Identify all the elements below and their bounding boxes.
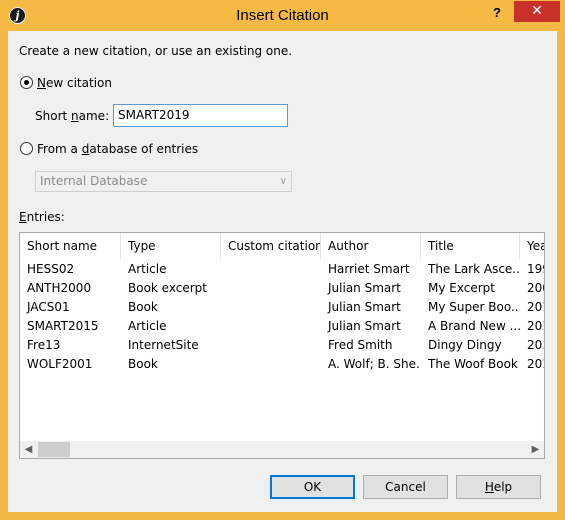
cell-title: A Brand New ... [428,319,520,333]
entries-list[interactable]: Short name Type Custom citation Author T… [19,232,545,459]
cell-author: Julian Smart [328,281,401,295]
help-button[interactable]: Help [456,475,541,499]
entries-label: Entries: [19,210,65,224]
column-header-type[interactable]: Type [121,233,221,259]
cell-type: Book [128,357,158,371]
cell-author: Julian Smart [328,319,401,333]
cell-title: My Excerpt [428,281,495,295]
entries-header: Short name Type Custom citation Author T… [20,233,544,259]
cell-title: My Super Boo... [428,300,520,314]
cell-short-name: ANTH2000 [27,281,92,295]
cancel-button[interactable]: Cancel [363,475,448,499]
cell-custom-citation [221,317,321,336]
close-button[interactable]: ✕ [514,1,560,22]
cell-year: 201 [527,338,544,352]
table-row[interactable]: JACS01 Book Julian Smart My Super Boo... 201 [20,298,544,317]
cell-year: 200 [527,281,544,295]
database-select-value: Internal Database [40,174,148,188]
ok-button[interactable]: OK [270,475,355,499]
cell-type: Book [128,300,158,314]
dialog-body: Create a new citation, or use an existin… [8,31,557,512]
scroll-left-icon[interactable]: ◀ [20,441,37,458]
cell-author: Fred Smith [328,338,393,352]
table-row[interactable]: HESS02 Article Harriet Smart The Lark Asce.… [20,260,544,279]
table-row[interactable]: WOLF2001 Book A. Wolf; B. She... The Woof B… [20,355,544,374]
scroll-right-icon[interactable]: ▶ [527,441,544,458]
short-name-input[interactable]: SMART2019 [113,104,288,127]
cell-short-name: JACS01 [27,300,70,314]
window-title: Insert Citation [236,7,329,24]
cell-custom-citation [221,260,321,279]
new-citation-radio[interactable] [20,76,33,89]
cell-title: The Lark Asce... [428,262,520,276]
cell-short-name: WOLF2001 [27,357,93,371]
horizontal-scrollbar[interactable]: ◀ ▶ [20,441,544,458]
cell-short-name: HESS02 [27,262,75,276]
column-header-short-name[interactable]: Short name [20,233,121,259]
title-bar[interactable]: j Insert Citation ? ✕ [0,0,565,31]
entries-rows: HESS02 Article Harriet Smart The Lark Asce.… [20,260,544,374]
cell-custom-citation [221,279,321,298]
column-header-author[interactable]: Author [321,233,421,259]
column-header-year[interactable]: Yea [520,233,544,259]
database-radio[interactable] [20,142,33,155]
cell-author: Harriet Smart [328,262,410,276]
cell-type: InternetSite [128,338,199,352]
cell-short-name: SMART2015 [27,319,99,333]
table-row[interactable]: ANTH2000 Book excerpt Julian Smart My Excer… [20,279,544,298]
intro-text: Create a new citation, or use an existin… [19,44,293,58]
table-row[interactable]: SMART2015 Article Julian Smart A Brand New … [20,317,544,336]
scroll-thumb[interactable] [38,442,70,457]
cell-custom-citation [221,355,321,374]
help-title-button[interactable]: ? [486,3,508,23]
cell-author: Julian Smart [328,300,401,314]
short-name-label: Short name: [35,109,110,123]
cell-title: Dingy Dingy [428,338,502,352]
chevron-down-icon: ∨ [279,176,287,187]
database-label[interactable]: From a database of entries [37,141,198,157]
close-icon: ✕ [531,3,543,19]
cell-short-name: Fre13 [27,338,61,352]
cell-year: 201 [527,357,544,371]
database-select[interactable]: Internal Database ∨ [35,171,292,192]
column-header-title[interactable]: Title [421,233,520,259]
cell-author: A. Wolf; B. She... [328,357,421,371]
cell-type: Book excerpt [128,281,207,295]
column-header-custom-citation[interactable]: Custom citation [221,233,321,259]
insert-citation-dialog: j Insert Citation ? ✕ Create a new citat… [0,0,565,520]
cell-year: 201 [527,300,544,314]
cell-type: Article [128,262,167,276]
cell-title: The Woof Book [428,357,518,371]
cell-year: 199 [527,262,544,276]
cell-type: Article [128,319,167,333]
cell-year: 201 [527,319,544,333]
new-citation-label[interactable]: New citation [37,75,112,91]
cell-custom-citation [221,298,321,317]
cell-custom-citation [221,336,321,355]
table-row[interactable]: Fre13 InternetSite Fred Smith Dingy Dingy 20… [20,336,544,355]
